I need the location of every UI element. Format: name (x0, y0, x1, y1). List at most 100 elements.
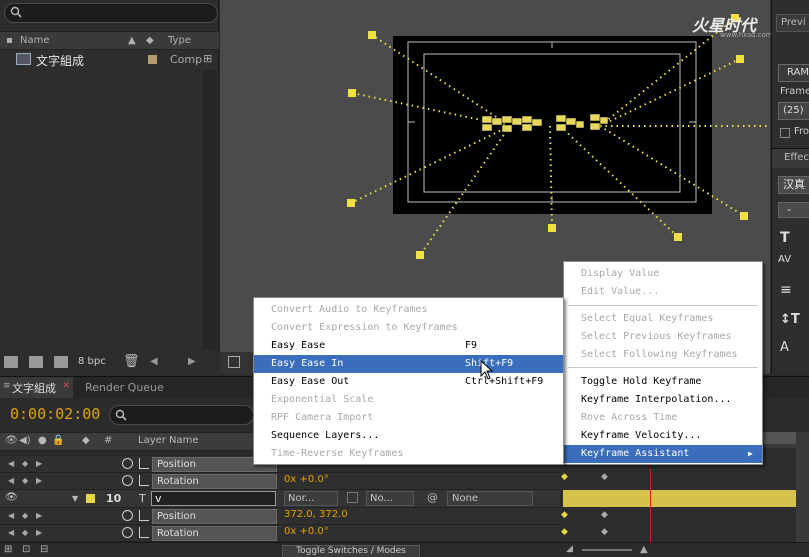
ram-preview-button[interactable]: RAM (778, 64, 809, 82)
keyframe-diamond[interactable]: ◆ (561, 510, 568, 520)
menu-item-convert-expression-to-keyframes[interactable]: Convert Expression to Keyframes (254, 319, 563, 337)
menu-item-display-value[interactable]: Display Value (564, 265, 762, 283)
property-value[interactable]: 0x +0.0° (284, 474, 329, 485)
new-folder-icon[interactable] (29, 356, 43, 368)
always-preview-icon[interactable] (228, 356, 240, 368)
label-tag-icon[interactable]: ◆ (82, 435, 90, 446)
effects-panel-header[interactable]: Effec (772, 148, 809, 168)
prev-keyframe-icon[interactable]: ◀ (8, 511, 14, 520)
visibility-eye-icon[interactable]: 👁 (5, 492, 18, 503)
menu-item-easy-ease-in[interactable]: Easy Ease In Shift+F9 (254, 355, 563, 373)
tab-render-queue[interactable]: Render Queue (75, 377, 169, 398)
stopwatch-icon[interactable] (122, 510, 133, 521)
menu-item-keyframe-assistant[interactable]: Keyframe Assistant ▶ (564, 445, 762, 463)
zoom-out-icon[interactable]: ◢ (566, 544, 573, 554)
scroll-left-icon[interactable]: ◀ (150, 356, 158, 367)
toggle-switches-modes-button[interactable]: Toggle Switches / Modes (282, 545, 420, 557)
next-keyframe-icon[interactable]: ▶ (36, 528, 42, 537)
prev-keyframe-icon[interactable]: ◀ (8, 476, 14, 485)
menu-item-exponential-scale[interactable]: Exponential Scale (254, 391, 563, 409)
track-matte-dropdown[interactable]: No... (366, 491, 414, 506)
property-row-rotation[interactable]: ◀ ◆ ▶ Rotation 0x +0.0° (0, 473, 560, 490)
menu-item-select-previous-keyframes[interactable]: Select Previous Keyframes (564, 328, 762, 346)
layer-duration-bar[interactable] (563, 490, 809, 507)
from-current-checkbox[interactable] (780, 128, 790, 138)
expand-switches-icon[interactable]: ⊡ (22, 544, 30, 555)
interpret-footage-icon[interactable] (4, 356, 18, 368)
zoom-slider[interactable] (582, 549, 632, 551)
add-keyframe-icon[interactable]: ◆ (22, 476, 28, 485)
graph-icon[interactable] (139, 458, 149, 469)
frame-rate-value[interactable]: (25) (778, 102, 809, 120)
menu-item-rpf-camera-import[interactable]: RPF Camera Import (254, 409, 563, 427)
font-style-dropdown[interactable]: - (778, 202, 809, 218)
expand-modes-icon[interactable]: ⊟ (40, 544, 48, 555)
menu-item-select-following-keyframes[interactable]: Select Following Keyframes (564, 346, 762, 364)
lock-icon[interactable]: 🔒 (52, 435, 64, 446)
menu-item-select-equal-keyframes[interactable]: Select Equal Keyframes (564, 310, 762, 328)
stroke-width-icon[interactable]: ≡ (780, 282, 792, 298)
graph-icon[interactable] (139, 510, 149, 521)
menu-item-time-reverse-keyframes[interactable]: Time-Reverse Keyframes (254, 445, 563, 463)
project-scrollbar[interactable] (203, 70, 217, 350)
baseline-shift-icon[interactable]: A (780, 340, 789, 355)
prev-keyframe-icon[interactable]: ◀ (8, 528, 14, 537)
font-size-icon[interactable]: T (780, 230, 790, 246)
stopwatch-icon[interactable] (122, 458, 133, 469)
next-keyframe-icon[interactable]: ▶ (36, 511, 42, 520)
column-layer-name[interactable]: Layer Name (138, 435, 199, 446)
sort-up-icon[interactable]: ▲ (128, 35, 136, 46)
solo-icon[interactable]: ● (38, 435, 47, 446)
close-icon[interactable]: × (62, 380, 70, 391)
menu-item-convert-audio-to-keyframes[interactable]: Convert Audio to Keyframes (254, 301, 563, 319)
font-family-dropdown[interactable]: 汉真 (778, 176, 809, 194)
vertical-scale-icon[interactable]: ↕T (780, 312, 800, 327)
property-value[interactable]: 372.0, 372.0 (284, 509, 348, 520)
add-keyframe-icon[interactable]: ◆ (22, 511, 28, 520)
property-row-rotation[interactable]: ◀ ◆ ▶ Rotation 0x +0.0° (0, 525, 560, 542)
flowchart-icon[interactable]: ⊞ (203, 52, 212, 65)
twirl-down-icon[interactable]: ▼ (72, 494, 78, 503)
keyframe-diamond[interactable]: ◆ (601, 510, 608, 520)
new-comp-icon[interactable] (54, 356, 68, 368)
add-keyframe-icon[interactable]: ◆ (22, 459, 28, 468)
property-row-position[interactable]: ◀ ◆ ▶ Position 372.0, 372.0 (0, 508, 560, 525)
stopwatch-icon[interactable] (122, 475, 133, 486)
menu-item-easy-ease-out[interactable]: Easy Ease Out Ctrl+Shift+F9 (254, 373, 563, 391)
eye-icon[interactable]: 👁 (5, 435, 18, 446)
scroll-right-icon[interactable]: ▶ (188, 356, 196, 367)
next-keyframe-icon[interactable]: ▶ (36, 476, 42, 485)
timeline-scrollbar[interactable] (796, 432, 809, 542)
menu-item-rove-across-time[interactable]: Rove Across Time (564, 409, 762, 427)
graph-icon[interactable] (139, 527, 149, 538)
comp-mini-flowchart-icon[interactable]: ⊞ (4, 544, 12, 555)
keyframe-diamond[interactable]: ◆ (601, 527, 608, 537)
tab-composition[interactable]: ≡ 文字組成 × (0, 377, 73, 398)
prev-keyframe-icon[interactable]: ◀ (8, 459, 14, 468)
layer-name-field[interactable]: v (151, 491, 276, 506)
kerning-icon[interactable]: AV (778, 254, 791, 265)
zoom-in-icon[interactable]: ▲ (640, 544, 648, 555)
parent-pickwhip-icon[interactable]: @ (427, 491, 438, 504)
menu-item-keyframe-interpolation[interactable]: Keyframe Interpolation... (564, 391, 762, 409)
add-keyframe-icon[interactable]: ◆ (22, 528, 28, 537)
project-item-comp[interactable]: 文字組成 Comp ⊞ (0, 50, 219, 70)
timeline-search-input[interactable] (109, 405, 254, 425)
keyframe-diamond[interactable]: ◆ (561, 527, 568, 537)
layer-row[interactable]: 👁 ▼ 10 T v Nor... No... @ None (0, 490, 560, 508)
preview-panel-header[interactable]: Previ (776, 14, 809, 32)
keyframe-diamond[interactable]: ◆ (601, 472, 608, 482)
parent-dropdown[interactable]: None (447, 491, 533, 506)
menu-item-easy-ease[interactable]: Easy Ease F9 (254, 337, 563, 355)
column-type[interactable]: Type (168, 35, 191, 46)
current-time-display[interactable]: 0:00:02:00 (0, 399, 104, 429)
preserve-transparency-checkbox[interactable] (347, 492, 358, 503)
label-tag-icon[interactable]: ◆ (146, 35, 154, 46)
blend-mode-dropdown[interactable]: Nor... (284, 491, 338, 506)
menu-item-toggle-hold-keyframe[interactable]: Toggle Hold Keyframe (564, 373, 762, 391)
project-search-input[interactable] (4, 3, 218, 23)
next-keyframe-icon[interactable]: ▶ (36, 459, 42, 468)
trash-icon[interactable]: 🗑 (123, 354, 140, 369)
menu-item-edit-value[interactable]: Edit Value... (564, 283, 762, 301)
label-color-swatch[interactable] (86, 494, 95, 503)
